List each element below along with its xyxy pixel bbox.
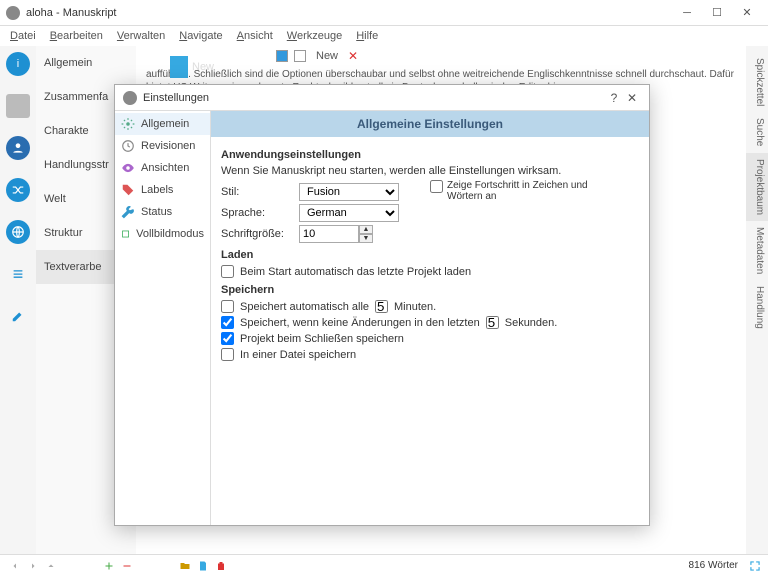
menu-bearbeiten[interactable]: Bearbeiten [44, 28, 109, 44]
settings-dialog: Einstellungen ? ✕ Allgemein Revisionen A… [114, 84, 650, 526]
minimize-button[interactable]: ─ [672, 3, 702, 23]
idlesave-checkbox[interactable] [221, 316, 234, 329]
file-label: New [192, 61, 214, 73]
idlesave-suffix: Sekunden. [505, 317, 558, 329]
folder-add-icon[interactable] [179, 560, 191, 572]
app-icon [6, 6, 20, 20]
status-bar: 816 Wörter [0, 554, 768, 576]
person-icon[interactable] [6, 136, 30, 160]
nav-next-icon[interactable] [27, 560, 39, 572]
fontsize-input[interactable] [299, 225, 359, 243]
language-select[interactable]: German [299, 204, 399, 222]
save-onclose-checkbox[interactable] [221, 332, 234, 345]
view-mode-card-icon[interactable] [276, 50, 288, 62]
style-select[interactable]: Fusion [299, 183, 399, 201]
list-icon[interactable]: ≡ [6, 262, 30, 286]
nav-labels[interactable]: Labels [115, 179, 210, 201]
rtab-spickzettel[interactable]: Spickzettel [746, 52, 768, 112]
gear-icon [121, 117, 135, 131]
menu-verwalten[interactable]: Verwalten [111, 28, 171, 44]
word-count: 816 Wörter [689, 560, 738, 571]
close-button[interactable]: ✕ [732, 3, 762, 23]
autosave-value[interactable] [375, 300, 388, 313]
title-bar: aloha - Manuskript ─ ☐ ✕ [0, 0, 768, 26]
maximize-button[interactable]: ☐ [702, 3, 732, 23]
wrench-icon [121, 205, 135, 219]
expand-icon [121, 227, 130, 241]
add-icon[interactable] [103, 560, 115, 572]
tab-strip: New ✕ [136, 46, 746, 66]
remove-icon[interactable] [121, 560, 133, 572]
menu-datei[interactable]: Datei [4, 28, 42, 44]
autosave-suffix: Minuten. [394, 301, 436, 313]
section-save-title: Speichern [221, 284, 639, 296]
section-load-title: Laden [221, 249, 639, 261]
dialog-help-button[interactable]: ? [605, 91, 623, 105]
fullscreen-toggle-icon[interactable] [748, 559, 762, 573]
left-icon-bar: i ≡ [0, 46, 36, 554]
dialog-nav: Allgemein Revisionen Ansichten Labels St… [115, 111, 211, 525]
file-item[interactable]: New [170, 56, 214, 78]
dialog-titlebar: Einstellungen ? ✕ [115, 85, 649, 111]
fontsize-down[interactable]: ▼ [359, 234, 373, 243]
style-label: Stil: [221, 186, 291, 198]
menu-navigate[interactable]: Navigate [173, 28, 228, 44]
nav-prev-icon[interactable] [9, 560, 21, 572]
nav-allgemein[interactable]: Allgemein [115, 113, 210, 135]
load-last-label: Beim Start automatisch das letzte Projek… [240, 266, 471, 278]
nav-revisionen[interactable]: Revisionen [115, 135, 210, 157]
right-panel-tabs: Spickzettel Suche Projektbaum Metadaten … [746, 46, 768, 554]
rtab-metadaten[interactable]: Metadaten [746, 221, 768, 280]
idlesave-prefix: Speichert, wenn keine Änderungen in den … [240, 317, 480, 329]
fontsize-label: Schriftgröße: [221, 228, 291, 240]
tag-icon [121, 183, 135, 197]
doc-add-icon[interactable] [197, 560, 209, 572]
save-onclose-label: Projekt beim Schließen speichern [240, 333, 404, 345]
card-icon[interactable] [6, 94, 30, 118]
view-mode-outline-icon[interactable] [294, 50, 306, 62]
menu-bar: Datei Bearbeiten Verwalten Navigate Ansi… [0, 26, 768, 46]
save-singlefile-checkbox[interactable] [221, 348, 234, 361]
nav-vollbildmodus[interactable]: Vollbildmodus [115, 223, 210, 245]
dialog-icon [123, 91, 137, 105]
load-last-checkbox[interactable] [221, 265, 234, 278]
progress-label: Zeige Fortschritt in Zeichen und Wörtern… [447, 180, 600, 202]
edit-icon[interactable] [6, 304, 30, 328]
eye-icon [121, 161, 135, 175]
menu-hilfe[interactable]: Hilfe [350, 28, 384, 44]
tab-close-icon[interactable]: ✕ [348, 49, 358, 63]
tab-new[interactable]: New [312, 50, 342, 62]
delete-icon[interactable] [215, 560, 227, 572]
shuffle-icon[interactable] [6, 178, 30, 202]
window-title: aloha - Manuskript [26, 7, 672, 19]
nav-ansichten[interactable]: Ansichten [115, 157, 210, 179]
idlesave-value[interactable] [486, 316, 499, 329]
clock-icon [121, 139, 135, 153]
save-singlefile-label: In einer Datei speichern [240, 349, 356, 361]
progress-checkbox-row: Zeige Fortschritt in Zeichen und Wörtern… [430, 180, 600, 202]
nav-status[interactable]: Status [115, 201, 210, 223]
file-icon [170, 56, 188, 78]
nav-up-icon[interactable] [45, 560, 57, 572]
restart-note: Wenn Sie Manuskript neu starten, werden … [221, 165, 639, 177]
section-app-title: Anwendungseinstellungen [221, 149, 639, 161]
language-label: Sprache: [221, 207, 291, 219]
rtab-suche[interactable]: Suche [746, 112, 768, 152]
autosave-checkbox[interactable] [221, 300, 234, 313]
autosave-prefix: Speichert automatisch alle [240, 301, 369, 313]
cat-allgemein[interactable]: Allgemein [36, 46, 136, 80]
globe-icon[interactable] [6, 220, 30, 244]
rtab-projektbaum[interactable]: Projektbaum [746, 153, 768, 221]
menu-ansicht[interactable]: Ansicht [231, 28, 279, 44]
dialog-title: Einstellungen [143, 92, 605, 104]
dialog-header: Allgemeine Einstellungen [211, 111, 649, 137]
dialog-main: Allgemeine Einstellungen Anwendungseinst… [211, 111, 649, 525]
dialog-close-button[interactable]: ✕ [623, 91, 641, 105]
progress-checkbox[interactable] [430, 180, 443, 193]
menu-werkzeuge[interactable]: Werkzeuge [281, 28, 348, 44]
info-icon[interactable]: i [6, 52, 30, 76]
rtab-handlung[interactable]: Handlung [746, 280, 768, 335]
fontsize-up[interactable]: ▲ [359, 225, 373, 234]
